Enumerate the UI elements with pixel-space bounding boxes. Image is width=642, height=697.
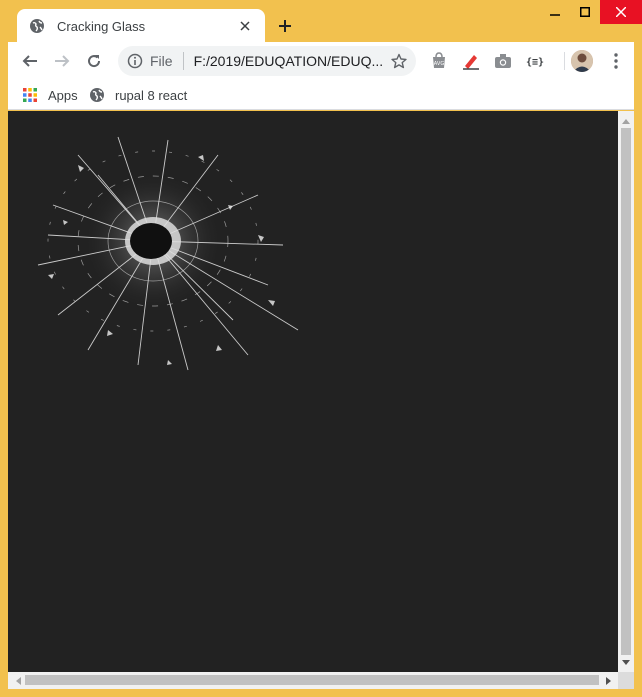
address-bar[interactable]: File F:/2019/EDUQATION/EDUQ...: [118, 46, 416, 76]
globe-icon: [89, 87, 105, 103]
url-text[interactable]: F:/2019/EDUQATION/EDUQ...: [194, 53, 382, 69]
toolbar-divider: [564, 52, 565, 70]
more-menu-icon[interactable]: [605, 50, 627, 72]
json-icon[interactable]: {≡}: [524, 50, 546, 72]
browser-window: Cracking Glass File F:/2019/EDUQATION/ED…: [0, 0, 642, 697]
vertical-scrollbar[interactable]: [618, 111, 634, 672]
bookmarks-bar: Apps rupal 8 react: [8, 80, 634, 110]
camera-icon[interactable]: [492, 50, 514, 72]
horizontal-scrollbar[interactable]: [8, 672, 618, 689]
horizontal-scroll-thumb[interactable]: [25, 675, 599, 685]
reload-icon[interactable]: [78, 45, 110, 77]
vertical-scroll-thumb[interactable]: [621, 128, 631, 655]
scroll-left-arrow-icon[interactable]: [10, 672, 26, 689]
close-icon[interactable]: [600, 0, 642, 24]
bookmark-apps[interactable]: Apps: [22, 85, 78, 105]
page-viewport[interactable]: [8, 111, 618, 672]
profile-avatar[interactable]: [571, 50, 593, 72]
bookmark-label: rupal 8 react: [115, 87, 188, 103]
bookmark-star-icon[interactable]: [390, 52, 408, 70]
info-icon[interactable]: [126, 52, 144, 70]
minimize-icon[interactable]: [540, 0, 570, 24]
omnibox-divider: [182, 52, 184, 70]
forward-arrow-icon[interactable]: [46, 45, 78, 77]
cracked-glass-image: [37, 136, 299, 371]
svg-text:{≡}: {≡}: [526, 57, 544, 68]
toolbar: File F:/2019/EDUQATION/EDUQ... AVG {≡}: [8, 42, 634, 80]
scroll-up-arrow-icon[interactable]: [618, 113, 634, 129]
scrollbar-corner: [618, 672, 634, 689]
tab-title: Cracking Glass: [57, 18, 146, 34]
apps-grid-icon: [22, 87, 38, 103]
avg-icon[interactable]: AVG: [428, 50, 450, 72]
bookmark-rupal-8-react[interactable]: rupal 8 react: [89, 85, 187, 105]
maximize-icon[interactable]: [570, 0, 600, 24]
new-tab-button[interactable]: [274, 15, 296, 37]
svg-text:AVG: AVG: [434, 61, 445, 67]
back-arrow-icon[interactable]: [14, 45, 46, 77]
tab-close-icon[interactable]: [237, 18, 253, 34]
globe-icon: [29, 18, 45, 34]
url-scheme: File: [150, 53, 173, 69]
bookmark-label: Apps: [48, 87, 78, 103]
tab-cracking-glass[interactable]: Cracking Glass: [17, 9, 265, 43]
pen-icon[interactable]: [460, 50, 482, 72]
scroll-right-arrow-icon[interactable]: [601, 672, 617, 689]
window-controls: [540, 0, 642, 26]
scroll-down-arrow-icon[interactable]: [618, 655, 634, 671]
